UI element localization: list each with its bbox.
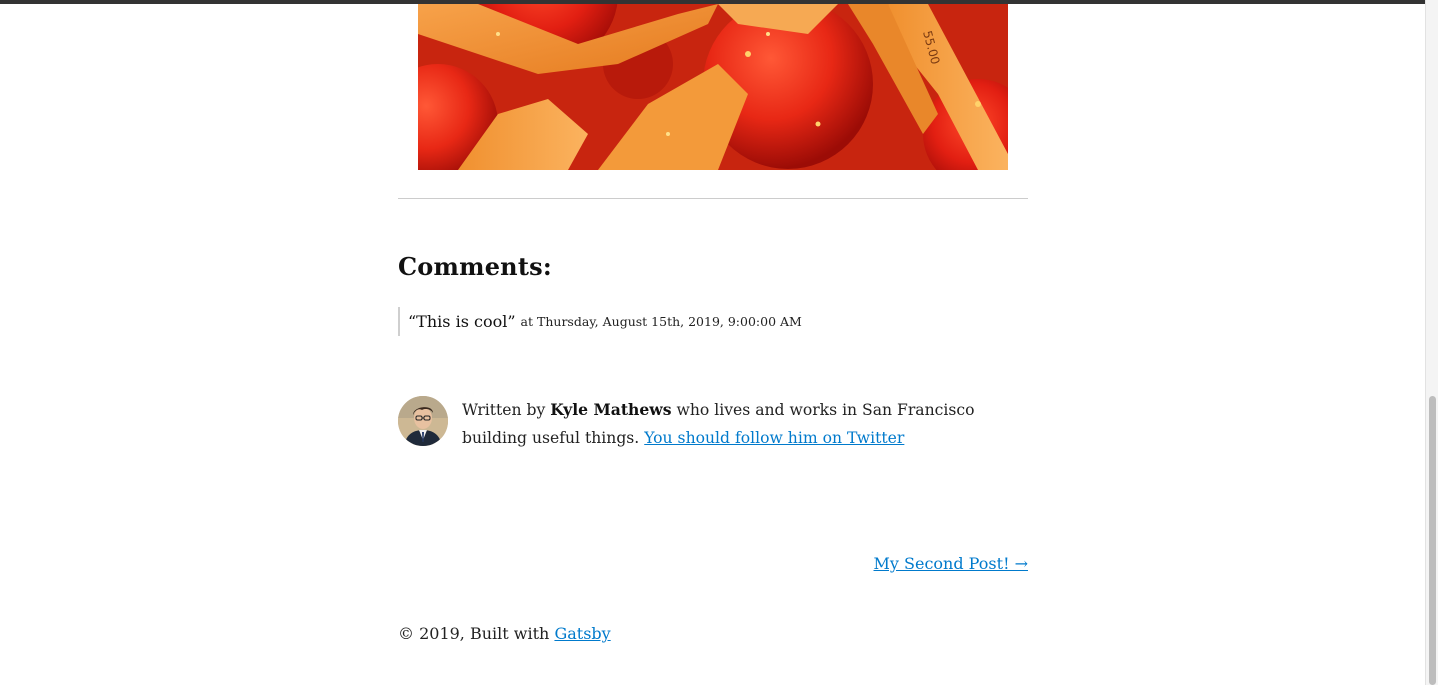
post-image-graphic: 55.00 — [418, 4, 1008, 170]
comments-heading: Comments: — [398, 252, 552, 281]
avatar-photo-icon — [398, 396, 448, 446]
avatar — [398, 396, 448, 446]
comment-date: Thursday, August 15th, 2019, 9:00:00 AM — [537, 314, 802, 329]
footer: © 2019, Built with Gatsby — [398, 621, 611, 647]
comment-item: “This is cool” at Thursday, August 15th,… — [398, 307, 802, 336]
next-post-link[interactable]: My Second Post! → — [874, 551, 1028, 577]
footer-copyright: © 2019, Built with — [398, 624, 550, 643]
post-image: 55.00 — [418, 4, 1008, 170]
author-name: Kyle Mathews — [550, 400, 672, 419]
vertical-scrollbar[interactable] — [1425, 0, 1438, 685]
bio-prefix: Written by — [462, 401, 546, 419]
scrollbar-thumb[interactable] — [1429, 396, 1436, 685]
bio-text: Written by Kyle Mathews who lives and wo… — [462, 396, 1032, 452]
gatsby-link[interactable]: Gatsby — [554, 624, 610, 643]
twitter-follow-link[interactable]: You should follow him on Twitter — [644, 429, 904, 447]
comment-at-label: at — [520, 314, 533, 329]
section-divider — [398, 198, 1028, 199]
comment-text: “This is cool” — [408, 312, 516, 331]
